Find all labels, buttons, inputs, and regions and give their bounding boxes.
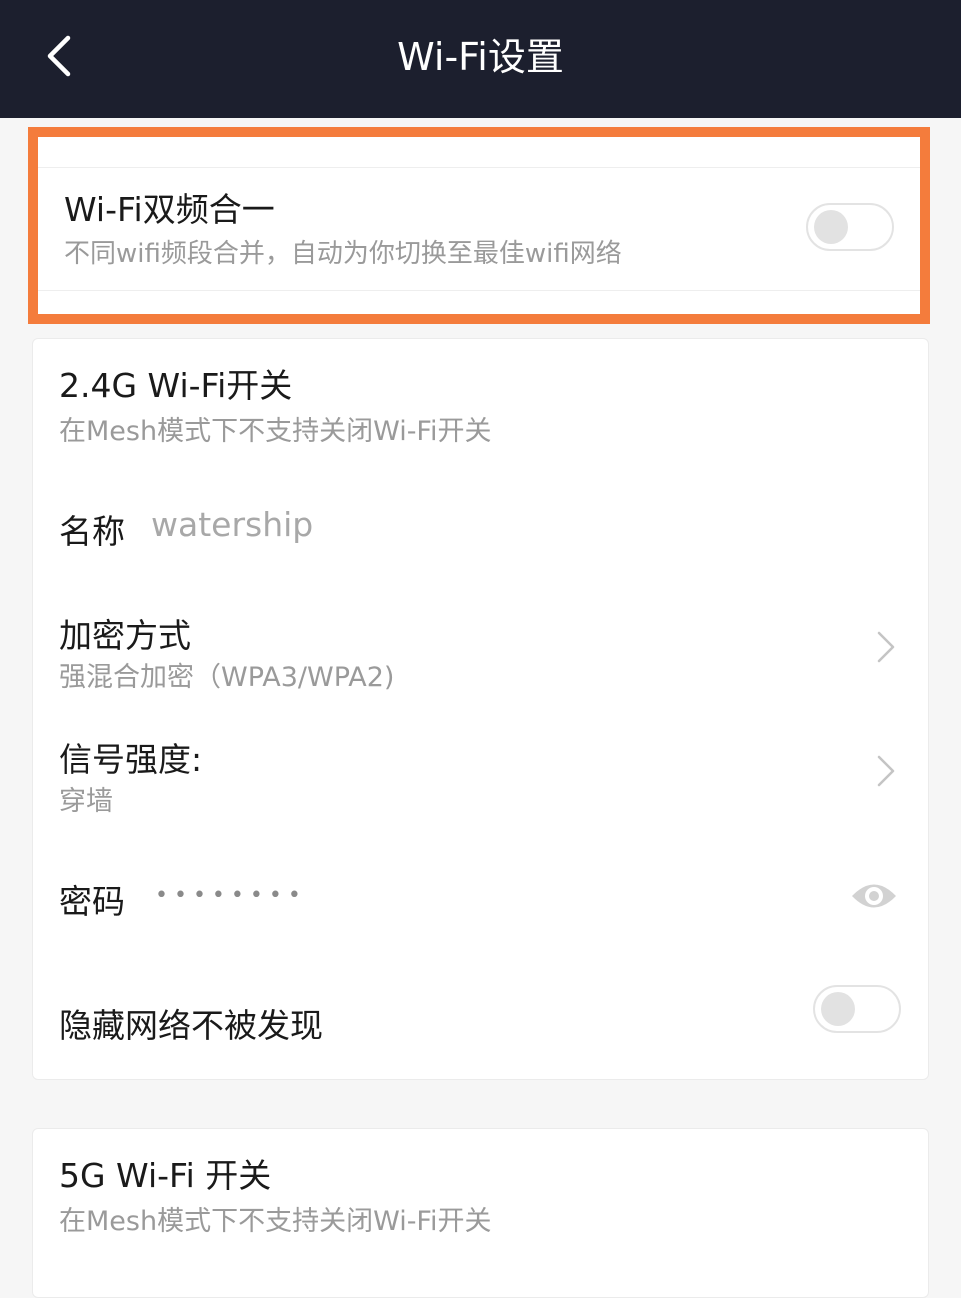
wifi-5g-subtitle: 在Mesh模式下不支持关闭Wi-Fi开关 bbox=[59, 1206, 492, 1237]
highlight-frame bbox=[28, 127, 930, 324]
signal-label: 信号强度: bbox=[59, 740, 203, 779]
encryption-value: 强混合加密（WPA3/WPA2) bbox=[59, 662, 395, 693]
password-field[interactable]: •••••••• bbox=[155, 883, 307, 908]
page-title: Wi-Fi设置 bbox=[397, 35, 564, 79]
wifi-24g-card: 2.4G Wi-Fi开关 在Mesh模式下不支持关闭Wi-Fi开关 名称 wat… bbox=[32, 338, 929, 1080]
wifi-24g-subtitle: 在Mesh模式下不支持关闭Wi-Fi开关 bbox=[59, 416, 492, 447]
hidden-network-toggle[interactable] bbox=[813, 985, 901, 1033]
signal-chevron-right-icon[interactable] bbox=[871, 749, 901, 793]
top-bar: Wi-Fi设置 bbox=[0, 0, 961, 118]
wifi-5g-title: 5G Wi-Fi 开关 bbox=[59, 1156, 272, 1195]
signal-value: 穿墙 bbox=[59, 786, 113, 817]
eye-icon[interactable] bbox=[849, 879, 899, 913]
wifi-24g-title: 2.4G Wi-Fi开关 bbox=[59, 366, 293, 405]
name-field[interactable]: watership bbox=[151, 505, 313, 544]
encryption-label: 加密方式 bbox=[59, 616, 191, 655]
hidden-network-label: 隐藏网络不被发现 bbox=[59, 1006, 323, 1045]
wifi-5g-card: 5G Wi-Fi 开关 在Mesh模式下不支持关闭Wi-Fi开关 bbox=[32, 1128, 929, 1298]
encryption-chevron-right-icon[interactable] bbox=[871, 625, 901, 669]
password-label: 密码 bbox=[59, 882, 125, 921]
toggle-knob bbox=[821, 992, 855, 1026]
name-label: 名称 bbox=[59, 512, 125, 551]
